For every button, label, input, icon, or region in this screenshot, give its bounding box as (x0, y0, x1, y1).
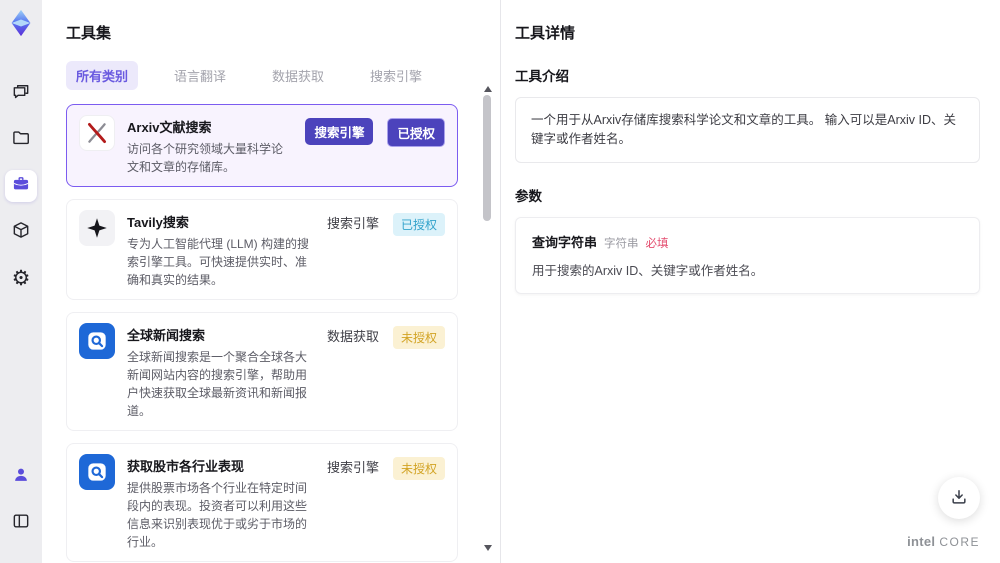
tool-description: 访问各个研究领域大量科学论文和文章的存储库。 (127, 142, 284, 174)
tool-card[interactable]: 全球新闻搜索 全球新闻搜索是一个聚合全球各大新闻网站内容的搜索引擎，帮助用户快速… (66, 312, 458, 431)
tool-description: 全球新闻搜索是一个聚合全球各大新闻网站内容的搜索引擎，帮助用户快速获取全球最新资… (127, 350, 308, 418)
app-logo (6, 8, 36, 38)
tool-card[interactable]: Tavily搜索 专为人工智能代理 (LLM) 构建的搜索引擎工具。可快速提供实… (66, 199, 458, 300)
app-window: ⚙ 工具集 所有类别 语言翻译 数据获取 搜索引擎 Arxiv文献搜索 访问各个… (0, 0, 1000, 563)
tool-category-tag: 搜索引擎 (326, 460, 379, 475)
intel-wordmark: intel (907, 534, 936, 549)
scrollbar-thumb[interactable] (483, 95, 491, 221)
tool-title: 获取股市各行业表现 (127, 459, 245, 474)
list-scrollbar[interactable] (482, 86, 492, 551)
folder-icon (11, 128, 31, 153)
tool-category-tag: 搜索引擎 (326, 216, 379, 231)
category-tab[interactable]: 搜索引擎 (360, 61, 432, 90)
sidebar: ⚙ (0, 0, 42, 563)
category-tab[interactable]: 语言翻译 (164, 61, 236, 90)
chat-icon (11, 82, 31, 107)
scrollbar-up-arrow[interactable] (484, 86, 492, 92)
intro-heading: 工具介绍 (515, 69, 569, 84)
intro-text: 一个用于从Arxiv存储库搜索科学论文和文章的工具。 输入可以是Arxiv ID… (515, 97, 980, 163)
tool-title: 全球新闻搜索 (127, 328, 206, 343)
user-icon (11, 465, 31, 490)
tool-description: 提供股票市场各个行业在特定时间段内的表现。投资者可以利用这些信息来识别表现优于或… (127, 481, 308, 549)
param-description: 用于搜索的Arxiv ID、关键字或作者姓名。 (532, 263, 764, 278)
param-required-badge: 必填 (645, 237, 669, 250)
tool-list-panel: 工具集 所有类别 语言翻译 数据获取 搜索引擎 Arxiv文献搜索 访问各个研究领域大… (42, 0, 500, 563)
gear-icon: ⚙ (11, 266, 31, 290)
category-tab[interactable]: 数据获取 (262, 61, 334, 90)
tool-category-tag: 搜索引擎 (305, 118, 374, 145)
intel-core-logo: intel CORE (907, 534, 980, 549)
scrollbar-down-arrow[interactable] (484, 545, 492, 551)
tool-category-tag: 数据获取 (326, 329, 379, 344)
tool-title: Arxiv文献搜索 (127, 120, 212, 135)
tool-card[interactable]: 获取股市各行业表现 提供股票市场各个行业在特定时间段内的表现。投资者可以利用这些… (66, 443, 458, 562)
param-card: 查询字符串 字符串 必填 用于搜索的Arxiv ID、关键字或作者姓名。 (515, 216, 980, 294)
panel-toggle-icon (11, 511, 31, 536)
sidebar-item-settings[interactable]: ⚙ (5, 262, 37, 294)
params-heading: 参数 (515, 188, 542, 204)
download-icon (949, 487, 969, 510)
sidebar-item-chat[interactable] (5, 78, 37, 110)
tool-card[interactable]: Arxiv文献搜索 访问各个研究领域大量科学论文和文章的存储库。 搜索引擎 已授… (66, 104, 458, 187)
tool-description: 专为人工智能代理 (LLM) 构建的搜索引擎工具。可快速提供实时、准确和真实的结… (127, 237, 310, 287)
news-search-icon (79, 454, 115, 490)
sidebar-item-packages[interactable] (5, 216, 37, 248)
tool-auth-badge: 未授权 (392, 457, 445, 480)
tool-detail-panel: 工具详情 工具介绍 一个用于从Arxiv存储库搜索科学论文和文章的工具。 输入可… (501, 0, 1000, 563)
sidebar-item-files[interactable] (5, 124, 37, 156)
tool-list: Arxiv文献搜索 访问各个研究领域大量科学论文和文章的存储库。 搜索引擎 已授… (66, 104, 470, 563)
sidebar-item-panel-toggle[interactable] (5, 507, 37, 539)
category-tabs: 所有类别 语言翻译 数据获取 搜索引擎 (66, 61, 470, 90)
category-tab[interactable]: 所有类别 (66, 61, 139, 90)
arxiv-logo-icon (79, 115, 115, 151)
news-search-icon (79, 323, 115, 359)
detail-title: 工具详情 (515, 25, 576, 42)
package-icon (11, 220, 31, 245)
tool-auth-badge: 未授权 (392, 326, 445, 349)
download-button[interactable] (938, 477, 980, 519)
page-title: 工具集 (66, 25, 112, 42)
param-name: 查询字符串 (532, 234, 598, 250)
briefcase-icon (11, 174, 31, 199)
sparkle-icon (79, 210, 115, 246)
tool-auth-badge: 已授权 (392, 213, 445, 236)
tool-auth-badge: 已授权 (387, 118, 445, 147)
param-type: 字符串 (604, 237, 639, 250)
sidebar-item-account[interactable] (5, 461, 37, 493)
tool-title: Tavily搜索 (127, 215, 189, 230)
sidebar-item-tools[interactable] (5, 170, 37, 202)
core-wordmark: CORE (939, 535, 980, 549)
